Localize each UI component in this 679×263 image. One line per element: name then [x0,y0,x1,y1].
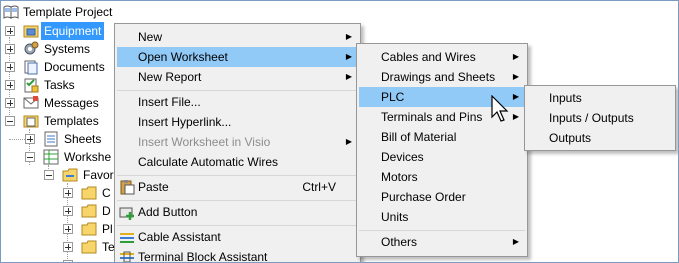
expand-icon[interactable] [63,206,73,216]
menu-separator [117,200,358,201]
submenu-arrow-icon: ▶ [512,92,519,101]
tree-item-label: Documents [44,60,105,74]
expand-icon[interactable] [5,44,15,54]
menu-item-bill-of-material[interactable]: Bill of Material [359,127,525,147]
collapse-icon[interactable] [25,152,35,162]
submenu-arrow-icon: ▶ [512,237,519,246]
submenu-arrow-icon: ▶ [345,32,352,41]
tree-item-label: Tasks [44,78,75,92]
tree-root-label: Template Project [23,5,113,19]
gear-icon [24,41,39,55]
sheets-icon [44,131,58,147]
tree-item-label: C [102,186,111,200]
worksheets-icon [43,149,59,165]
expand-icon[interactable] [5,98,15,108]
submenu-arrow-icon: ▶ [512,112,519,121]
terminal-block-icon [120,251,134,262]
menu-item-insert-worksheet-visio: Insert Worksheet in Visio ▶ [117,132,358,152]
expand-icon[interactable] [63,242,73,252]
submenu-arrow-icon: ▶ [345,72,352,81]
tree-item-label: Sheets [64,132,102,146]
menu-item-devices[interactable]: Devices [359,147,525,167]
tree-item-label: Templates [44,114,99,128]
book-icon [3,5,19,19]
worksheet-submenu: Cables and Wires ▶ Drawings and Sheets ▶… [356,43,528,257]
mouse-cursor-icon [491,95,509,122]
expand-icon[interactable] [5,80,15,90]
cable-assistant-icon [120,233,134,243]
menu-item-drawings-and-sheets[interactable]: Drawings and Sheets ▶ [359,67,525,87]
plc-submenu: Inputs Inputs / Outputs Outputs [524,85,676,151]
menu-item-cable-assistant[interactable]: Cable Assistant [117,227,358,247]
paste-icon [120,180,135,195]
menu-item-insert-hyperlink[interactable]: Insert Hyperlink... [117,112,358,132]
menu-item-outputs[interactable]: Outputs [527,128,673,148]
submenu-arrow-icon: ▶ [512,52,519,61]
menu-item-new[interactable]: New ▶ [117,27,358,47]
menu-separator [117,90,358,91]
submenu-arrow-icon: ▶ [345,52,352,61]
menu-item-terminal-block-assistant[interactable]: Terminal Block Assistant [117,247,358,262]
folder-equipment-icon [23,25,39,38]
folder-icon [81,186,97,200]
collapse-icon[interactable] [5,116,15,126]
folder-icon [62,168,78,182]
tree-item-label: D [102,204,111,218]
tree-item-label: Favor [83,168,114,182]
folder-icon [81,240,97,254]
menu-item-open-worksheet[interactable]: Open Worksheet ▶ [117,47,358,67]
context-menu: New ▶ Open Worksheet ▶ New Report ▶ Inse… [114,23,361,262]
menu-item-calculate-automatic-wires[interactable]: Calculate Automatic Wires [117,152,358,172]
menu-item-insert-file[interactable]: Insert File... [117,92,358,112]
menu-separator [359,230,525,231]
expand-icon[interactable] [63,188,73,198]
tree-item-label: Equipment [41,22,105,40]
tree-item-label: Workshe [64,150,112,164]
add-button-icon [119,207,134,220]
application-window: Template Project Equipment Systems Docum… [0,0,679,263]
expand-icon[interactable] [25,134,35,144]
documents-icon [24,60,38,75]
menu-separator [117,225,358,226]
submenu-arrow-icon: ▶ [345,137,352,146]
menu-item-add-button[interactable]: Add Button [117,202,358,222]
menu-item-inputs-outputs[interactable]: Inputs / Outputs [527,108,673,128]
collapse-icon[interactable] [44,170,54,180]
templates-icon [23,115,39,128]
menu-item-motors[interactable]: Motors [359,167,525,187]
menu-item-units[interactable]: Units [359,207,525,227]
menu-item-new-report[interactable]: New Report ▶ [117,67,358,87]
submenu-arrow-icon: ▶ [512,72,519,81]
expand-icon[interactable] [63,224,73,234]
menu-separator [117,175,358,176]
menu-item-purchase-order[interactable]: Purchase Order [359,187,525,207]
menu-item-cables-and-wires[interactable]: Cables and Wires ▶ [359,47,525,67]
tasks-icon [24,78,39,93]
tree-item-label: Messages [44,96,99,110]
tree-item-label: Systems [44,42,91,56]
menu-item-paste[interactable]: Paste Ctrl+V [117,177,358,197]
menu-item-others[interactable]: Others ▶ [359,232,525,252]
messages-icon [23,96,39,109]
expand-icon[interactable] [5,26,15,36]
folder-icon [81,222,97,236]
expand-icon[interactable] [5,62,15,72]
folder-icon [81,204,97,218]
menu-item-inputs[interactable]: Inputs [527,88,673,108]
